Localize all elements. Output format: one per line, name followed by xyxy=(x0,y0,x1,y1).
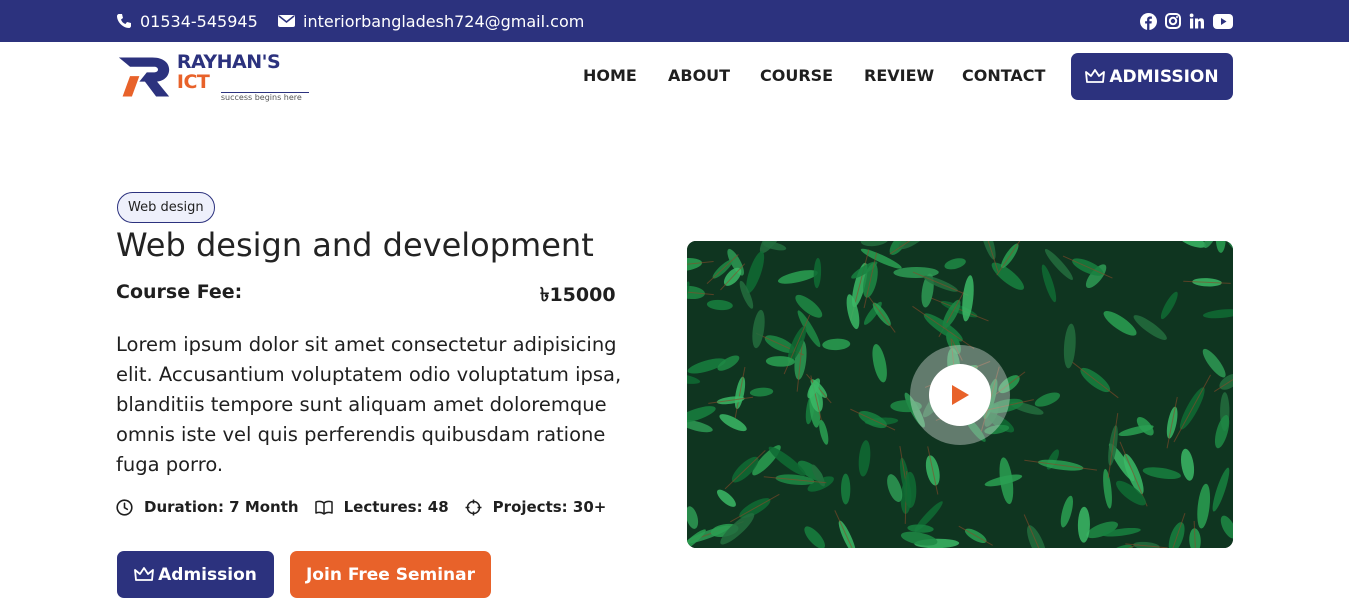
nav-contact[interactable]: CONTACT xyxy=(962,66,1045,85)
play-button[interactable] xyxy=(929,364,991,426)
crosshair-icon xyxy=(465,499,482,515)
book-icon xyxy=(314,500,333,515)
course-fee-label: Course Fee: xyxy=(116,281,243,303)
phone-contact[interactable]: 01534-545945 xyxy=(116,0,258,42)
clock-icon xyxy=(116,498,133,516)
crown-icon xyxy=(134,566,155,581)
logo-brand-accent: ICT xyxy=(176,70,210,93)
play-button-ring[interactable] xyxy=(910,345,1010,445)
duration-stat: Duration: 7 Month xyxy=(116,498,299,516)
site-logo[interactable]: RAYHAN'S ICT success begins here xyxy=(117,52,309,103)
email-contact[interactable]: interiorbangladesh724@gmail.com xyxy=(278,0,584,42)
linkedin-icon[interactable] xyxy=(1189,13,1205,29)
crown-icon xyxy=(1085,68,1106,83)
facebook-icon[interactable] xyxy=(1140,12,1157,30)
nav-review[interactable]: REVIEW xyxy=(864,66,934,85)
nav-course[interactable]: COURSE xyxy=(760,66,833,85)
duration-text: Duration: 7 Month xyxy=(144,498,299,516)
logo-mark-icon xyxy=(118,57,170,97)
course-description: Lorem ipsum dolor sit amet consectetur a… xyxy=(116,333,622,476)
logo-brand-main: RAYHAN'S xyxy=(176,50,281,73)
category-badge: Web design xyxy=(117,192,215,223)
play-icon xyxy=(952,385,969,405)
join-seminar-button[interactable]: Join Free Seminar xyxy=(290,551,491,598)
email-address: interiorbangladesh724@gmail.com xyxy=(303,11,585,31)
admission-nav-button[interactable]: ADMISSION xyxy=(1071,53,1233,100)
envelope-icon xyxy=(278,15,295,27)
lectures-text: Lectures: 48 xyxy=(343,498,449,516)
course-stats: Duration: 7 Month Lectures: 48 Projects:… xyxy=(116,496,622,518)
logo-tagline: success begins here xyxy=(220,91,309,103)
phone-icon xyxy=(117,14,131,28)
admission-button-label: Admission xyxy=(158,564,257,585)
projects-stat: Projects: 30+ xyxy=(465,498,607,516)
phone-number: 01534-545945 xyxy=(140,11,258,31)
top-contact-bar: 01534-545945 interiorbangladesh724@gmail… xyxy=(0,0,1349,42)
admission-nav-label: ADMISSION xyxy=(1109,66,1219,87)
logo-brand: RAYHAN'S ICT xyxy=(177,52,309,92)
projects-text: Projects: 30+ xyxy=(492,498,607,516)
instagram-icon[interactable] xyxy=(1165,13,1181,29)
nav-home[interactable]: HOME xyxy=(583,66,637,85)
social-links xyxy=(1140,0,1233,42)
course-fee-value: ৳15000 xyxy=(540,284,616,306)
lectures-stat: Lectures: 48 xyxy=(314,498,449,516)
logo-wordmark: RAYHAN'S ICT success begins here xyxy=(177,52,309,103)
course-video[interactable] xyxy=(687,241,1233,548)
youtube-icon[interactable] xyxy=(1213,13,1233,29)
course-title: Web design and development xyxy=(116,226,594,264)
admission-button[interactable]: Admission xyxy=(117,551,274,598)
main-header: RAYHAN'S ICT success begins here HOME AB… xyxy=(0,42,1349,114)
nav-about[interactable]: ABOUT xyxy=(668,66,730,85)
